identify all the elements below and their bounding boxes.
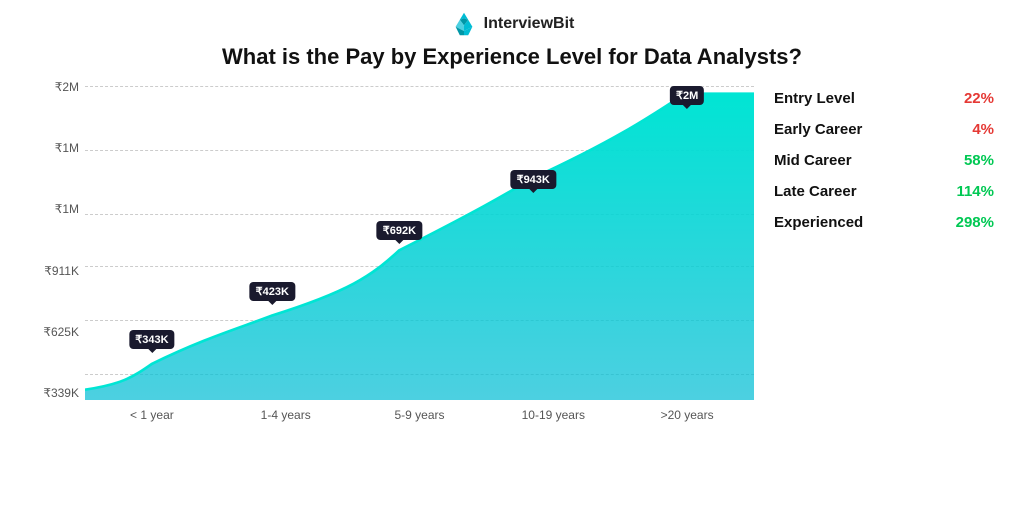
y-axis: ₹2M ₹1M ₹1M ₹911K ₹625K ₹339K [30,80,85,400]
legend-item-experienced: Experienced 298% [774,214,994,231]
chart-svg [85,80,754,400]
data-label-2m: ₹2M [670,86,704,105]
legend-label-early: Early Career [774,121,862,138]
interviewbit-logo-icon [450,10,478,38]
y-label-339k: ₹339K [43,386,79,400]
x-label-gt20: >20 years [620,408,754,422]
y-label-911k: ₹911K [44,264,79,278]
legend-value-mid: 58% [964,152,994,169]
y-label-625k: ₹625K [43,325,79,339]
y-label-1m-bot: ₹1M [55,202,79,216]
legend-value-late: 114% [956,183,994,200]
y-label-2m: ₹2M [55,80,79,94]
legend: Entry Level 22% Early Career 4% Mid Care… [774,80,994,245]
legend-label-late: Late Career [774,183,857,200]
legend-label-experienced: Experienced [774,214,863,231]
chart-area: ₹2M ₹1M ₹1M ₹911K ₹625K ₹339K [30,80,754,430]
legend-label-mid: Mid Career [774,152,852,169]
legend-label-entry: Entry Level [774,90,855,107]
legend-value-experienced: 298% [956,214,994,231]
logo-text: InterviewBit [484,15,575,33]
legend-item-entry: Entry Level 22% [774,90,994,107]
header: InterviewBit [450,0,575,40]
data-label-943k: ₹943K [511,170,556,189]
data-label-423k: ₹423K [250,282,295,301]
x-label-1to4: 1-4 years [219,408,353,422]
chart-inner: ₹343K ₹423K ₹692K ₹943K ₹2M [85,80,754,400]
x-axis: < 1 year 1-4 years 5-9 years 10-19 years… [85,400,754,430]
x-label-5to9: 5-9 years [353,408,487,422]
legend-value-early: 4% [972,121,994,138]
legend-item-early: Early Career 4% [774,121,994,138]
data-label-692k: ₹692K [377,221,422,240]
legend-item-late: Late Career 114% [774,183,994,200]
y-label-1m-top: ₹1M [55,141,79,155]
data-label-343k: ₹343K [129,330,174,349]
content-area: ₹2M ₹1M ₹1M ₹911K ₹625K ₹339K [0,80,1024,430]
x-label-10to19: 10-19 years [486,408,620,422]
legend-item-mid: Mid Career 58% [774,152,994,169]
legend-value-entry: 22% [964,90,994,107]
x-label-lt1: < 1 year [85,408,219,422]
page-title: What is the Pay by Experience Level for … [222,44,802,70]
